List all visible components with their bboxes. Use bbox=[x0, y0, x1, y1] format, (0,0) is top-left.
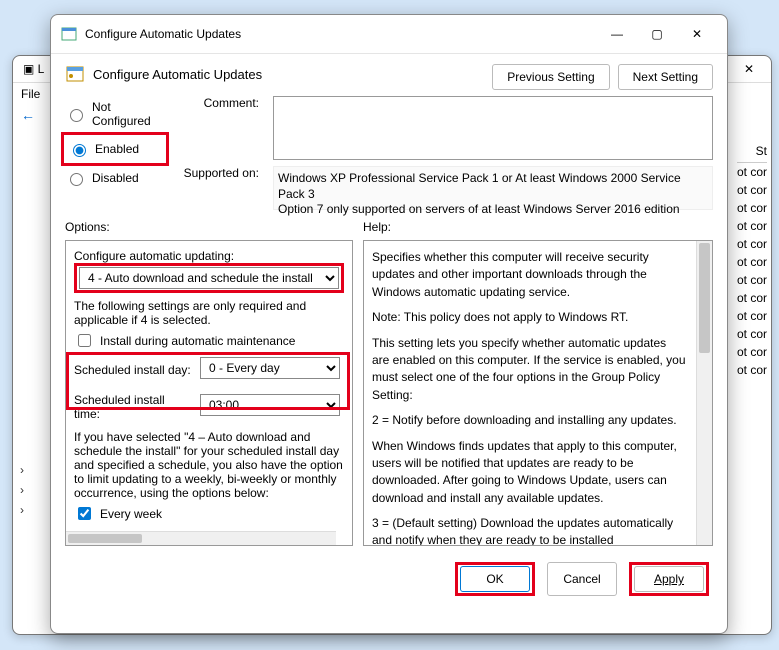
background-row: ot cor bbox=[737, 199, 767, 217]
configure-updating-select[interactable]: 4 - Auto download and schedule the insta… bbox=[79, 267, 339, 289]
background-row: ot cor bbox=[737, 325, 767, 343]
comment-supported-area: Comment: Supported on: Windows XP Profes… bbox=[179, 96, 713, 210]
highlight-enabled: Enabled bbox=[61, 132, 169, 166]
maximize-button[interactable]: ▢ bbox=[637, 21, 677, 47]
columns: Configure automatic updating: 4 - Auto d… bbox=[51, 234, 727, 552]
policy-window-icon bbox=[61, 26, 77, 42]
radio-disabled-input[interactable] bbox=[70, 173, 83, 186]
minimize-button[interactable]: — bbox=[597, 21, 637, 47]
radio-enabled-input[interactable] bbox=[73, 144, 86, 157]
options-label: Options: bbox=[65, 220, 363, 234]
scrollbar-thumb[interactable] bbox=[68, 534, 142, 543]
radio-enabled-label: Enabled bbox=[95, 142, 139, 156]
radio-disabled-label: Disabled bbox=[92, 171, 139, 185]
background-row: ot cor bbox=[737, 217, 767, 235]
install-maintenance-label: Install during automatic maintenance bbox=[100, 334, 295, 348]
policy-item-icon bbox=[65, 64, 85, 84]
background-state-column: St ot cor ot cor ot cor ot cor ot cor ot… bbox=[737, 140, 767, 379]
radio-not-configured[interactable]: Not Configured bbox=[65, 100, 165, 128]
schedule-note: If you have selected "4 – Auto download … bbox=[74, 430, 344, 500]
scheduled-install-day-label: Scheduled install day: bbox=[74, 363, 194, 377]
every-week-checkbox[interactable]: Every week bbox=[74, 504, 344, 523]
install-maintenance-input[interactable] bbox=[78, 334, 91, 347]
highlight-ok: OK bbox=[455, 562, 535, 596]
dialog-configure-automatic-updates: Configure Automatic Updates — ▢ ✕ Config… bbox=[50, 14, 728, 634]
ok-button[interactable]: OK bbox=[460, 566, 530, 592]
apply-button[interactable]: Apply bbox=[634, 566, 704, 592]
background-row: ot cor bbox=[737, 343, 767, 361]
radio-enabled[interactable]: Enabled bbox=[68, 141, 162, 157]
scrollbar-thumb[interactable] bbox=[699, 243, 710, 353]
cancel-button[interactable]: Cancel bbox=[547, 562, 617, 596]
background-row: ot cor bbox=[737, 307, 767, 325]
configure-updating-label: Configure automatic updating: bbox=[74, 249, 344, 263]
background-row: ot cor bbox=[737, 181, 767, 199]
background-column-header-state: St bbox=[737, 140, 767, 163]
scheduled-install-time-label: Scheduled install time: bbox=[74, 393, 194, 421]
background-row: ot cor bbox=[737, 271, 767, 289]
supported-on-text: Windows XP Professional Service Pack 1 o… bbox=[273, 166, 713, 210]
tree-expand-icon[interactable]: › bbox=[20, 500, 24, 520]
background-row: ot cor bbox=[737, 361, 767, 379]
options-panel: Configure automatic updating: 4 - Auto d… bbox=[65, 240, 353, 546]
scheduled-install-time-select[interactable]: 03:00 bbox=[200, 394, 340, 416]
options-note: The following settings are only required… bbox=[74, 299, 344, 327]
help-paragraph: Specifies whether this computer will rec… bbox=[372, 249, 686, 301]
next-setting-button[interactable]: Next Setting bbox=[618, 64, 713, 90]
help-option-2-desc: When Windows finds updates that apply to… bbox=[372, 438, 686, 508]
every-week-label: Every week bbox=[100, 507, 162, 521]
background-title-text: L bbox=[38, 62, 45, 76]
help-panel: Specifies whether this computer will rec… bbox=[363, 240, 713, 546]
highlight-configure-select: 4 - Auto download and schedule the insta… bbox=[74, 263, 344, 293]
close-button[interactable]: ✕ bbox=[677, 21, 717, 47]
window-title: Configure Automatic Updates bbox=[85, 27, 597, 41]
middle-section: Not Configured Enabled Disabled Comment:… bbox=[51, 92, 727, 220]
tree-expand-icon[interactable]: › bbox=[20, 480, 24, 500]
options-horizontal-scrollbar[interactable] bbox=[66, 531, 336, 545]
help-paragraph: This setting lets you specify whether au… bbox=[372, 335, 686, 405]
scheduled-install-day-select[interactable]: 0 - Every day bbox=[200, 357, 340, 379]
radio-not-configured-label: Not Configured bbox=[92, 100, 165, 128]
help-paragraph: Note: This policy does not apply to Wind… bbox=[372, 309, 686, 326]
help-option-2: 2 = Notify before downloading and instal… bbox=[372, 412, 686, 429]
comment-textarea[interactable] bbox=[273, 96, 713, 160]
background-title-icon: ▣ L bbox=[23, 62, 44, 76]
comment-label: Comment: bbox=[179, 96, 265, 160]
every-week-input[interactable] bbox=[78, 507, 91, 520]
help-option-3: 3 = (Default setting) Download the updat… bbox=[372, 515, 686, 546]
previous-setting-button[interactable]: Previous Setting bbox=[492, 64, 609, 90]
help-scrollbar[interactable] bbox=[696, 241, 712, 545]
footer-buttons: OK Cancel Apply bbox=[51, 552, 727, 606]
section-labels: Options: Help: bbox=[51, 220, 727, 234]
background-row: ot cor bbox=[737, 163, 767, 181]
tree-expand-icon[interactable]: › bbox=[20, 460, 24, 480]
background-tree: › › › bbox=[20, 460, 24, 520]
background-close-icon[interactable]: ✕ bbox=[737, 62, 761, 76]
supported-on-label: Supported on: bbox=[179, 166, 265, 210]
background-row: ot cor bbox=[737, 289, 767, 307]
policy-title: Configure Automatic Updates bbox=[93, 67, 262, 82]
header-row: Configure Automatic Updates Previous Set… bbox=[51, 54, 727, 92]
help-label: Help: bbox=[363, 220, 391, 234]
state-radios: Not Configured Enabled Disabled bbox=[65, 96, 165, 210]
background-row: ot cor bbox=[737, 253, 767, 271]
install-maintenance-checkbox[interactable]: Install during automatic maintenance bbox=[74, 331, 344, 350]
titlebar: Configure Automatic Updates — ▢ ✕ bbox=[51, 15, 727, 54]
highlight-apply: Apply bbox=[629, 562, 709, 596]
background-row: ot cor bbox=[737, 235, 767, 253]
radio-disabled[interactable]: Disabled bbox=[65, 170, 165, 186]
radio-not-configured-input[interactable] bbox=[70, 109, 83, 122]
